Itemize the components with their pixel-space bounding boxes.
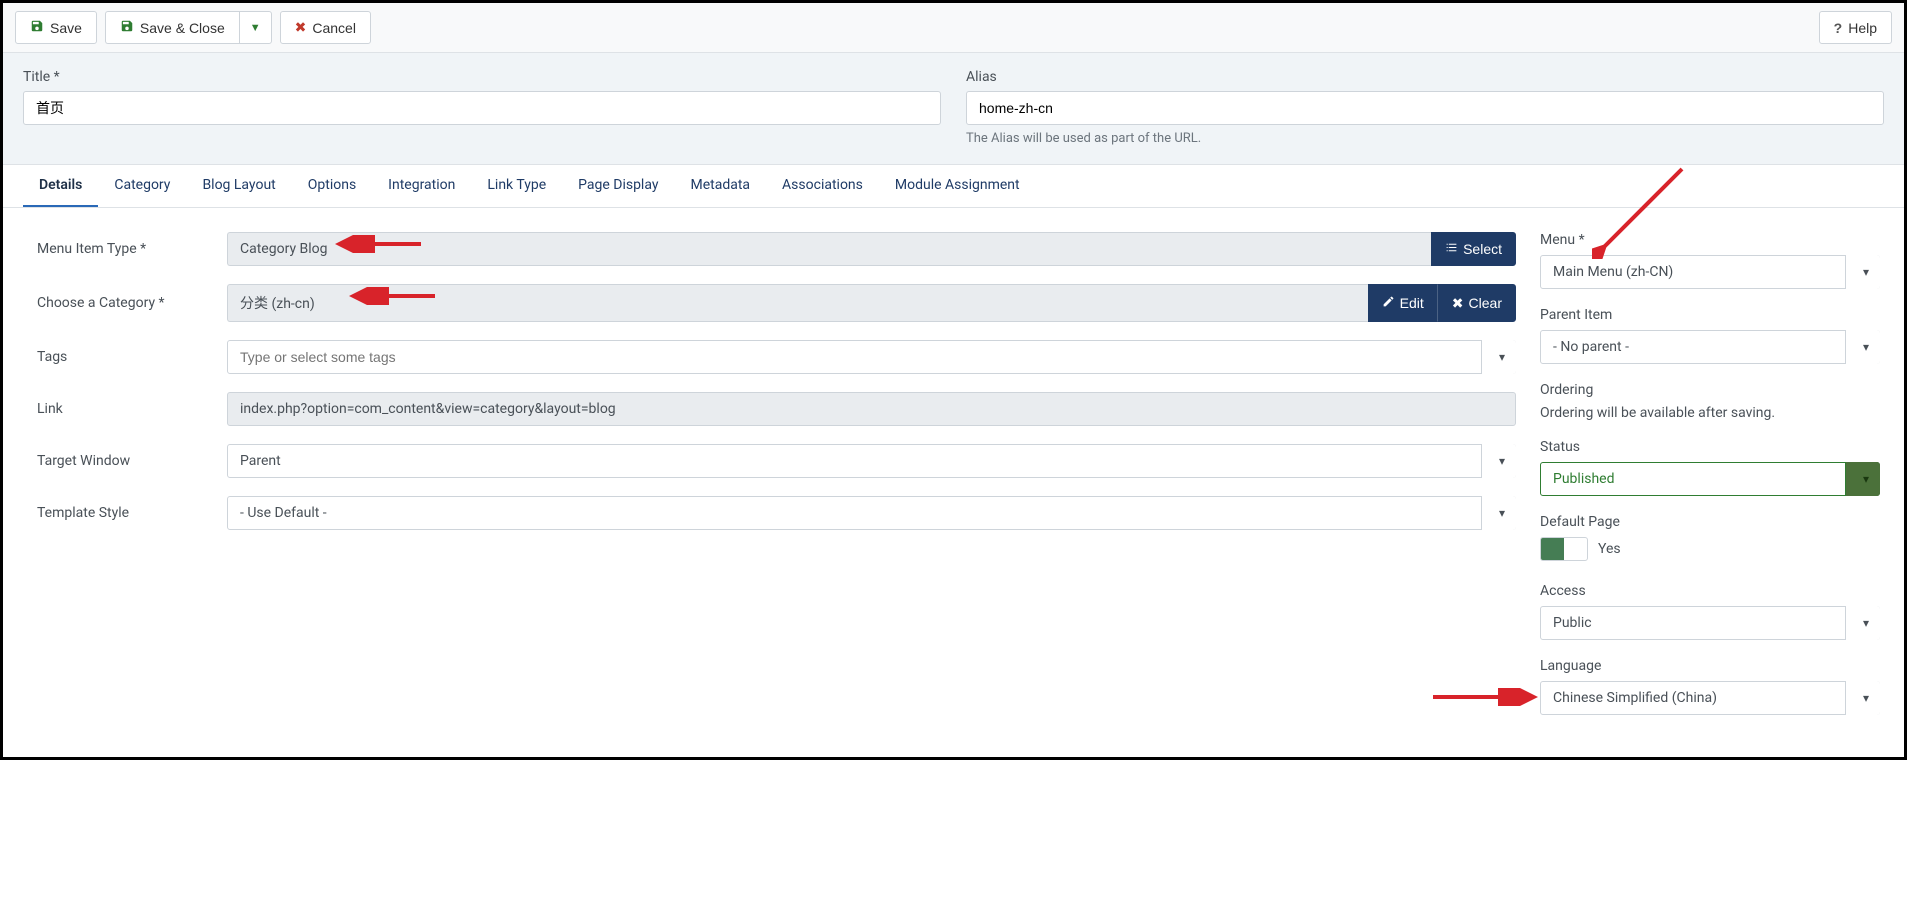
menu-select[interactable]: Main Menu (zh-CN) [1540,255,1880,289]
tab-page-display[interactable]: Page Display [562,165,674,207]
title-input[interactable] [23,91,941,125]
template-style-label: Template Style [27,505,227,521]
cancel-label: Cancel [312,20,356,36]
main-column: Menu Item Type * Category Blog Select [27,232,1516,733]
toolbar: Save Save & Close ▼ ✖ Cancel ? Help [3,3,1904,53]
cancel-icon: ✖ [295,19,307,36]
clear-icon: ✖ [1452,295,1464,312]
clear-category-button[interactable]: ✖ Clear [1438,284,1516,322]
target-window-label: Target Window [27,453,227,469]
save-close-button[interactable]: Save & Close [105,11,239,44]
tab-details[interactable]: Details [23,165,98,207]
language-label: Language [1540,658,1880,674]
tab-options[interactable]: Options [292,165,372,207]
alias-column: Alias The Alias will be used as part of … [966,69,1884,146]
tab-integration[interactable]: Integration [372,165,471,207]
edit-category-button[interactable]: Edit [1368,284,1438,322]
title-section: Title * Alias The Alias will be used as … [3,53,1904,165]
save-button[interactable]: Save [15,11,97,44]
save-close-group: Save & Close ▼ [105,11,272,44]
tab-link-type[interactable]: Link Type [471,165,562,207]
ordering-label: Ordering [1540,382,1880,398]
title-column: Title * [23,69,941,146]
tab-module-assignment[interactable]: Module Assignment [879,165,1036,207]
clear-label: Clear [1469,295,1502,311]
content: Menu Item Type * Category Blog Select [3,208,1904,757]
annotation-arrow [347,287,437,305]
save-label: Save [50,20,82,36]
help-label: Help [1848,20,1877,36]
status-field: Status Published ▾ [1540,439,1880,496]
annotation-arrow [1430,688,1540,706]
tab-associations[interactable]: Associations [766,165,879,207]
edit-label: Edit [1400,295,1424,311]
title-label: Title * [23,69,941,85]
choose-category-row: Choose a Category * 分类 (zh-cn) Edit ✖ [27,284,1516,322]
status-label: Status [1540,439,1880,455]
select-label: Select [1463,241,1502,257]
parent-item-field: Parent Item - No parent - ▾ [1540,307,1880,364]
alias-help-text: The Alias will be used as part of the UR… [966,131,1884,146]
status-select[interactable]: Published [1540,462,1880,496]
tags-row: Tags ▾ [27,340,1516,374]
annotation-arrow [1592,164,1692,259]
link-label: Link [27,401,227,417]
alias-label: Alias [966,69,1884,85]
default-page-field: Default Page Yes [1540,514,1880,565]
choose-category-label: Choose a Category * [27,295,227,311]
menu-field: Menu * Main Menu (zh-CN) ▾ [1540,232,1880,289]
ordering-field: Ordering Ordering will be available afte… [1540,382,1880,421]
tags-label: Tags [27,349,227,365]
default-page-value: Yes [1598,541,1621,557]
parent-item-label: Parent Item [1540,307,1880,323]
side-column: Menu * Main Menu (zh-CN) ▾ Parent Item -… [1540,232,1880,733]
language-field: Language Chinese Simplified (China) ▾ [1540,658,1880,715]
cancel-button[interactable]: ✖ Cancel [280,11,371,44]
target-window-select[interactable]: Parent [227,444,1516,478]
tab-metadata[interactable]: Metadata [674,165,766,207]
target-window-row: Target Window Parent ▾ [27,444,1516,478]
edit-icon [1382,295,1395,311]
default-page-label: Default Page [1540,514,1880,530]
save-icon [30,19,44,36]
access-select[interactable]: Public [1540,606,1880,640]
save-close-dropdown-button[interactable]: ▼ [239,11,272,44]
link-row: Link index.php?option=com_content&view=c… [27,392,1516,426]
link-value: index.php?option=com_content&view=catego… [227,392,1516,426]
tags-input[interactable] [227,340,1516,374]
menu-item-type-label: Menu Item Type * [27,241,227,257]
template-style-row: Template Style - Use Default - ▾ [27,496,1516,530]
toolbar-left: Save Save & Close ▼ ✖ Cancel [15,11,371,44]
default-page-toggle[interactable] [1540,537,1588,561]
tab-blog-layout[interactable]: Blog Layout [186,165,291,207]
menu-item-type-row: Menu Item Type * Category Blog Select [27,232,1516,266]
help-icon: ? [1834,20,1843,36]
template-style-select[interactable]: - Use Default - [227,496,1516,530]
chevron-down-icon: ▼ [250,22,261,34]
save-icon [120,19,134,36]
tab-category[interactable]: Category [98,165,186,207]
menu-label: Menu * [1540,232,1880,248]
language-select[interactable]: Chinese Simplified (China) [1540,681,1880,715]
help-button[interactable]: ? Help [1819,11,1892,44]
select-type-button[interactable]: Select [1431,232,1516,266]
annotation-arrow [333,235,423,253]
ordering-text: Ordering will be available after saving. [1540,405,1880,421]
parent-item-select[interactable]: - No parent - [1540,330,1880,364]
access-label: Access [1540,583,1880,599]
access-field: Access Public ▾ [1540,583,1880,640]
list-icon [1445,241,1458,257]
save-close-label: Save & Close [140,20,225,36]
alias-input[interactable] [966,91,1884,125]
